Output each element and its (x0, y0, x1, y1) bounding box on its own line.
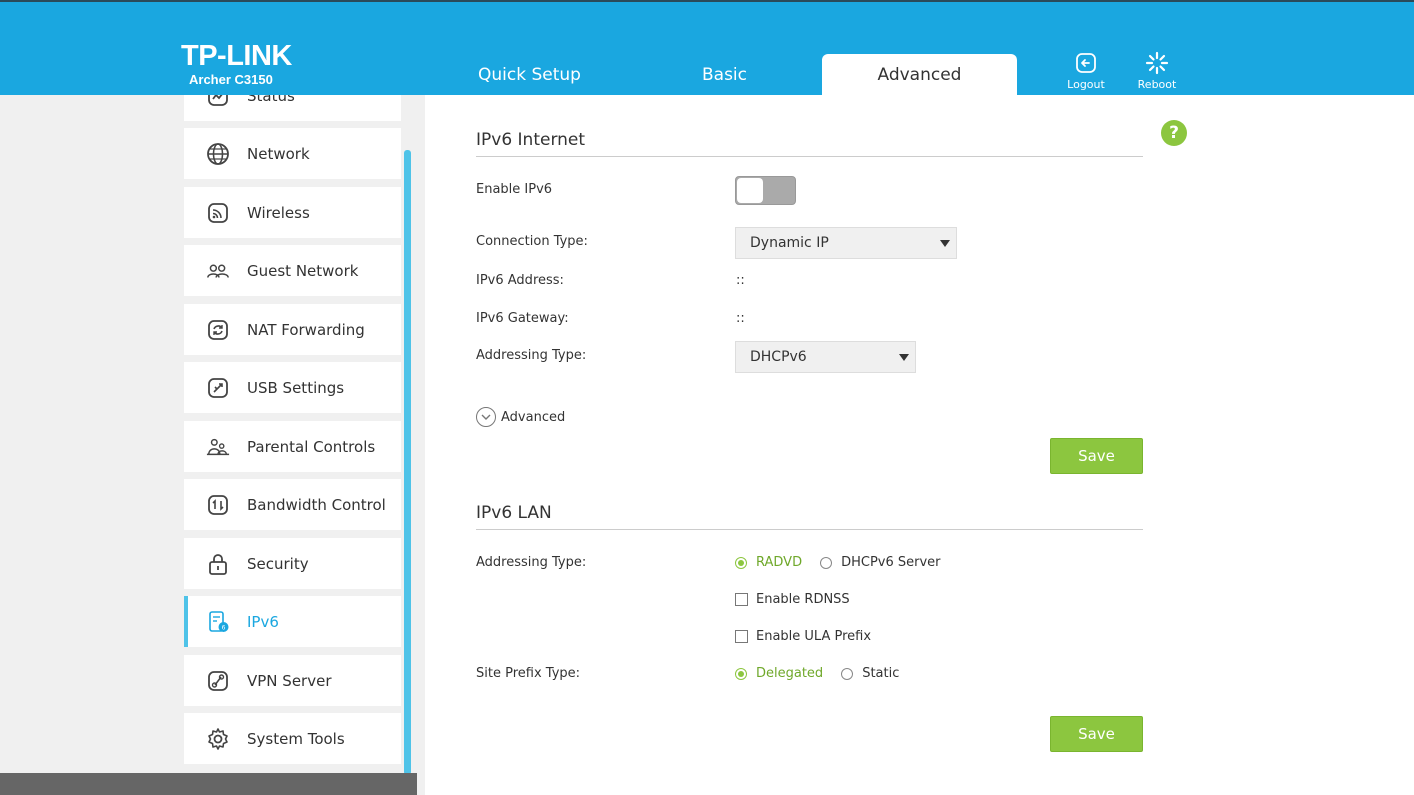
enable-ula-label[interactable]: Enable ULA Prefix (756, 629, 871, 644)
enable-rdnss-checkbox[interactable] (735, 593, 748, 606)
reboot-button[interactable]: Reboot (1127, 51, 1187, 91)
advanced-expander[interactable]: Advanced (476, 407, 565, 427)
sidebar-item-label: Network (247, 144, 310, 163)
sidebar-item-label: USB Settings (247, 378, 345, 397)
sidebar-item-label: Parental Controls (247, 437, 376, 456)
help-button[interactable]: ? (1161, 120, 1187, 146)
lock-icon (206, 552, 230, 576)
addressing-type-label: Addressing Type: (476, 348, 587, 363)
connection-type-label: Connection Type: (476, 234, 588, 249)
sidebar-item-label: Guest Network (247, 261, 359, 280)
addressing-type-select[interactable]: DHCPv6 (735, 341, 916, 373)
ipv6-lan-title: IPv6 LAN (476, 503, 552, 523)
parental-controls-icon (206, 435, 230, 459)
reboot-icon (1145, 51, 1169, 75)
chevron-down-icon (899, 354, 909, 361)
sidebar-item-bandwidth-control[interactable]: Bandwidth Control (184, 479, 401, 530)
sidebar-item-label: Status (247, 95, 295, 105)
logout-button[interactable]: Logout (1056, 51, 1116, 91)
sidebar-item-vpn-server[interactable]: VPN Server (184, 655, 401, 706)
radio-dhcpv6-server-label[interactable]: DHCPv6 Server (841, 555, 940, 570)
main-panel (425, 95, 1414, 795)
connection-type-value: Dynamic IP (750, 235, 829, 251)
model-name: Archer C3150 (189, 72, 273, 87)
radio-static[interactable] (841, 667, 854, 680)
nat-forwarding-icon (206, 318, 230, 342)
sidebar-item-label: System Tools (247, 729, 345, 748)
sidebar-item-label: Wireless (247, 203, 310, 222)
toggle-knob (737, 178, 763, 203)
sidebar-item-status[interactable]: Status (184, 95, 401, 121)
site-prefix-type-label: Site Prefix Type: (476, 666, 581, 681)
enable-ula-checkbox[interactable] (735, 630, 748, 643)
logout-icon (1076, 53, 1096, 73)
section-divider (476, 156, 1143, 157)
globe-icon (206, 142, 230, 166)
radio-delegated[interactable] (735, 667, 747, 680)
enable-ipv6-toggle[interactable] (735, 176, 796, 205)
logout-label: Logout (1067, 78, 1105, 91)
sidebar-item-nat-forwarding[interactable]: NAT Forwarding (184, 304, 401, 355)
sidebar-item-parental-controls[interactable]: Parental Controls (184, 421, 401, 472)
sidebar-item-ipv6[interactable]: 6 IPv6 (184, 596, 401, 647)
lan-addressing-type-label: Addressing Type: (476, 555, 587, 570)
save-button[interactable]: Save (1050, 438, 1143, 474)
sidebar-item-label: NAT Forwarding (247, 320, 365, 339)
reboot-label: Reboot (1137, 78, 1177, 91)
sidebar-item-system-tools[interactable]: System Tools (184, 713, 401, 764)
status-icon (206, 95, 230, 108)
radio-radvd-label[interactable]: RADVD (756, 555, 802, 570)
ula-row: Enable ULA Prefix (735, 629, 871, 644)
usb-icon (206, 376, 230, 400)
gear-icon (206, 727, 230, 751)
sidebar: Status Network Wireless Guest Network NA… (184, 95, 402, 775)
guest-network-icon (206, 259, 230, 283)
sidebar-item-label: IPv6 (247, 612, 279, 631)
chevron-down-icon (940, 240, 950, 247)
ipv6-address-label: IPv6 Address: (476, 273, 564, 288)
radio-static-label[interactable]: Static (862, 666, 899, 681)
bottom-bar (0, 773, 417, 795)
ipv6-gateway-label: IPv6 Gateway: (476, 311, 569, 326)
advanced-label: Advanced (501, 409, 566, 425)
tab-advanced[interactable]: Advanced (822, 54, 1017, 97)
radio-dhcpv6-server[interactable] (820, 556, 833, 569)
ipv6-gateway-value: :: (736, 311, 745, 326)
connection-type-select[interactable]: Dynamic IP (735, 227, 957, 259)
chevron-down-icon (476, 407, 496, 427)
ipv6-address-value: :: (736, 273, 745, 288)
ipv6-internet-title: IPv6 Internet (476, 130, 586, 150)
enable-rdnss-label[interactable]: Enable RDNSS (756, 592, 850, 607)
addressing-type-value: DHCPv6 (750, 349, 807, 365)
wireless-icon (206, 201, 230, 225)
vpn-icon (206, 669, 230, 693)
tab-quick-setup[interactable]: Quick Setup (432, 54, 627, 97)
sidebar-item-wireless[interactable]: Wireless (184, 187, 401, 238)
radio-radvd[interactable] (735, 556, 747, 569)
tab-basic[interactable]: Basic (627, 54, 822, 97)
save-button[interactable]: Save (1050, 716, 1143, 752)
sidebar-scrollbar[interactable] (404, 150, 411, 775)
brand-logo: TP-LINK (181, 40, 292, 72)
lan-addressing-type-radios: RADVD DHCPv6 Server (735, 555, 959, 570)
sidebar-item-label: VPN Server (247, 671, 332, 690)
sidebar-item-guest-network[interactable]: Guest Network (184, 245, 401, 296)
ipv6-icon: 6 (206, 610, 230, 634)
enable-ipv6-label: Enable IPv6 (476, 182, 553, 197)
sidebar-item-security[interactable]: Security (184, 538, 401, 589)
top-header: TP-LINK Archer C3150 Quick Setup Basic A… (0, 0, 1414, 97)
section-divider (476, 529, 1143, 530)
site-prefix-type-radios: Delegated Static (735, 666, 917, 681)
sidebar-item-label: Security (247, 554, 309, 573)
sidebar-item-usb-settings[interactable]: USB Settings (184, 362, 401, 413)
bandwidth-icon (206, 493, 230, 517)
radio-delegated-label[interactable]: Delegated (756, 666, 823, 681)
rdnss-row: Enable RDNSS (735, 592, 850, 607)
sidebar-item-label: Bandwidth Control (247, 495, 386, 514)
sidebar-item-network[interactable]: Network (184, 128, 401, 179)
svg-text:6: 6 (222, 624, 226, 631)
